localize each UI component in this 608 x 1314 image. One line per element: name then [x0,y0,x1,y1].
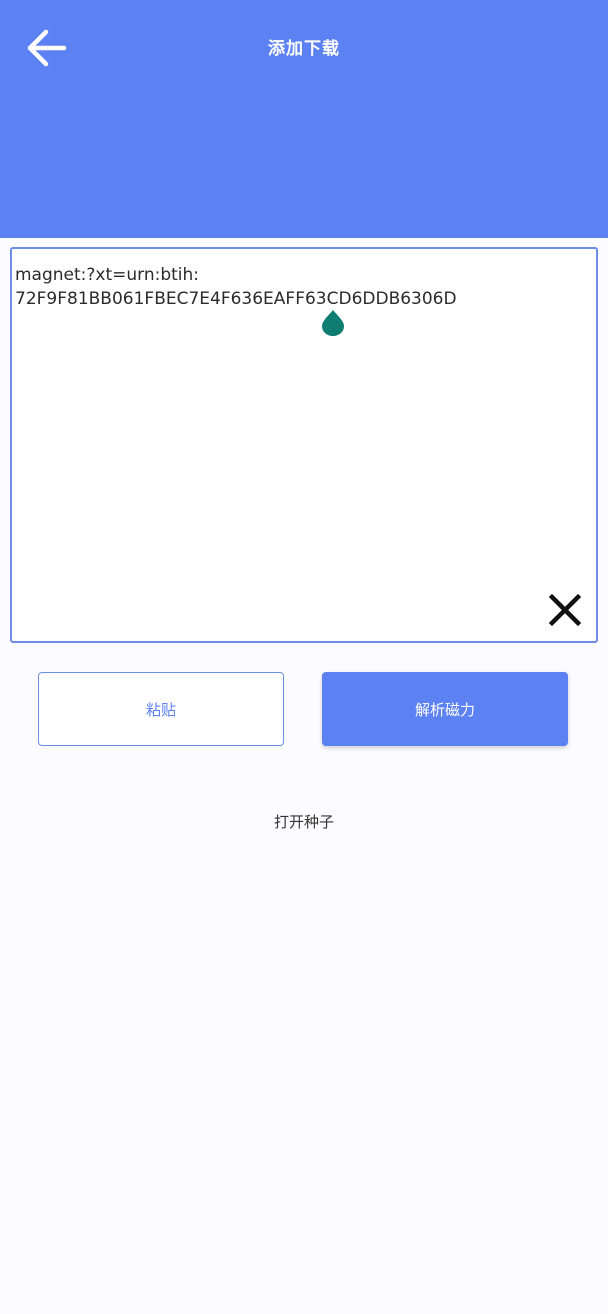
page-title: 添加下载 [268,39,340,59]
close-icon[interactable] [548,593,582,627]
magnet-input[interactable]: magnet:?xt=urn:btih: 72F9F81BB061FBEC7E4… [10,247,598,643]
magnet-input-text[interactable]: magnet:?xt=urn:btih: 72F9F81BB061FBEC7E4… [15,263,575,311]
paste-button[interactable]: 粘贴 [38,672,284,746]
text-cursor-handle-icon[interactable] [320,309,346,337]
app-header: 添加下载 [0,0,608,238]
parse-magnet-button[interactable]: 解析磁力 [322,672,568,746]
open-torrent-link[interactable]: 打开种子 [0,811,608,832]
